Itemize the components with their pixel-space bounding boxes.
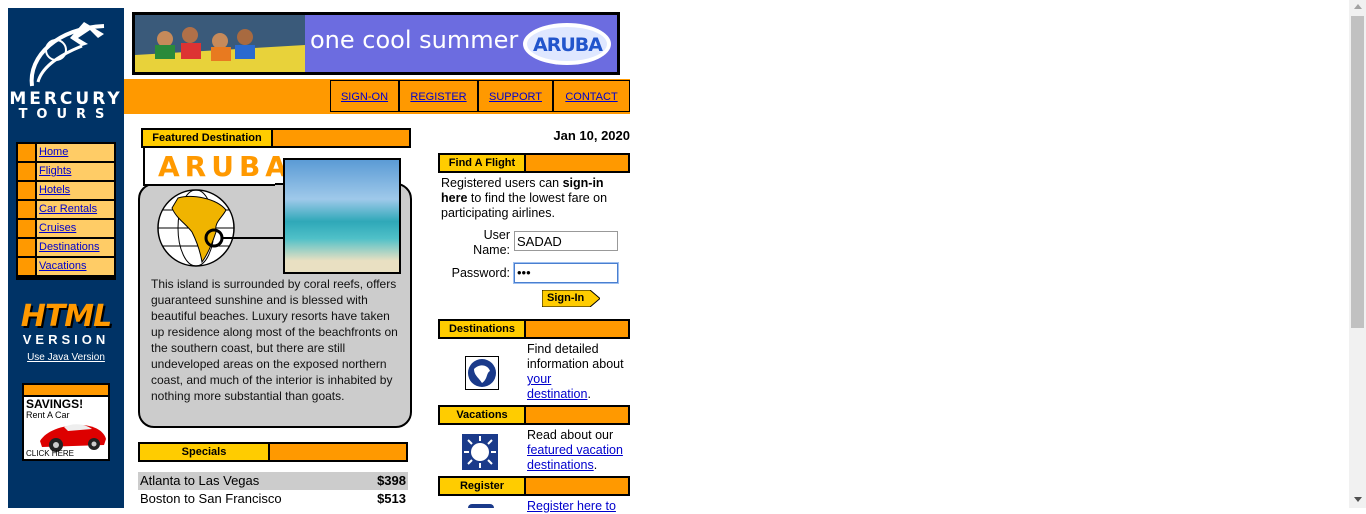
topnav-contact: CONTACT — [553, 80, 630, 112]
register-header: Register — [438, 476, 630, 496]
sidebar-item-flights: Flights — [18, 163, 114, 180]
sign-in-intro: Registered users can sign-in here to fin… — [441, 176, 629, 221]
destinations-header: Destinations — [438, 319, 630, 339]
globe-icon — [156, 188, 286, 273]
destinations-header-label: Destinations — [440, 321, 524, 337]
vacations-header: Vacations — [438, 405, 630, 425]
special-route: Atlanta to Las Vegas — [140, 473, 260, 488]
register-here-link[interactable]: Register here to — [527, 499, 616, 513]
support-link[interactable]: SUPPORT — [489, 91, 542, 103]
topnav-support: SUPPORT — [478, 80, 553, 112]
find-flight-header: Find A Flight — [438, 153, 630, 173]
table-row: Atlanta to Las Vegas $398 — [138, 472, 408, 490]
username-input[interactable] — [514, 231, 618, 251]
vacations-text: Read about our featured vacation destinat… — [527, 428, 630, 473]
car-rentals-link[interactable]: Car Rentals — [39, 203, 97, 215]
ad-cta: CLICK HERE — [26, 449, 75, 458]
featured-vacation-link[interactable]: featured vacation — [527, 443, 623, 457]
destinations-text-pre: Find detailed information about — [527, 342, 624, 371]
intro-text: Registered users can — [441, 176, 563, 190]
specials-header-label: Specials — [140, 444, 268, 460]
vacations-header-label: Vacations — [440, 407, 524, 423]
globe-destinations-icon — [465, 356, 499, 390]
special-route: Boston to San Francisco — [140, 491, 282, 506]
destinations-link[interactable]: Destinations — [39, 241, 100, 253]
vacations-text-post: . — [593, 458, 598, 472]
vertical-scrollbar[interactable] — [1349, 0, 1366, 508]
sidebar-nav: Home Flights Hotels Car Rentals Cruises … — [16, 142, 116, 280]
sun-icon — [462, 434, 498, 475]
special-price: $513 — [377, 491, 406, 506]
featured-description: This island is surrounded by coral reefs… — [151, 277, 398, 403]
featured-destination-name: ARUBA — [158, 150, 292, 183]
your-link[interactable]: your — [527, 372, 551, 386]
scroll-up-icon[interactable] — [1354, 4, 1362, 9]
username-label-line-1: User — [483, 228, 510, 242]
html-version-badge: HTML VERSION Use Java Version — [8, 302, 124, 365]
username-label: User Name: — [460, 228, 510, 258]
register-icon — [468, 504, 494, 508]
vacations-text-pre: Read about our — [527, 428, 614, 442]
sidebar-item-vacations: Vacations — [18, 258, 114, 275]
register-text: Register here to — [527, 499, 630, 514]
ad-content[interactable]: SAVINGS! Rent A Car CLICK HERE — [24, 397, 108, 459]
topnav-register: REGISTER — [399, 80, 478, 112]
username-label-line-2: Name: — [473, 243, 510, 257]
cruises-link[interactable]: Cruises — [39, 222, 76, 234]
hotels-link[interactable]: Hotels — [39, 184, 70, 196]
aruba-brand-text: ARUBA — [533, 34, 603, 56]
use-java-version-link[interactable]: Use Java Version — [27, 352, 105, 363]
destination-link[interactable]: destination — [527, 387, 587, 401]
destinations-text: Find detailed information about your dest… — [527, 342, 630, 402]
beach-photo — [283, 158, 401, 274]
flights-link[interactable]: Flights — [39, 165, 71, 177]
mercury-logo-icon — [18, 16, 114, 93]
vacation-destinations-link[interactable]: destinations — [527, 458, 594, 472]
specials-table: Atlanta to Las Vegas $398 Boston to San … — [138, 472, 408, 508]
sidebar-item-car-rentals: Car Rentals — [18, 201, 114, 218]
red-car-icon — [40, 424, 106, 452]
scroll-down-icon[interactable] — [1354, 497, 1362, 502]
banner-photo-icon — [135, 15, 305, 72]
password-label: Password: — [451, 266, 510, 280]
sidebar-item-home: Home — [18, 144, 114, 161]
html-version-title: HTML — [20, 299, 113, 334]
html-version-subtitle: VERSION — [22, 332, 110, 347]
vacations-link[interactable]: Vacations — [39, 260, 87, 272]
table-row: Boston to San Francisco $513 — [138, 490, 408, 508]
register-link[interactable]: REGISTER — [410, 91, 466, 103]
sign-on-link[interactable]: SIGN-ON — [341, 91, 388, 103]
destinations-text-post: . — [587, 387, 591, 401]
home-link[interactable]: Home — [39, 146, 68, 158]
banner-tagline: one cool summer — [310, 26, 519, 54]
ad-top-bar — [24, 385, 108, 395]
special-price: $398 — [377, 473, 406, 488]
contact-link[interactable]: CONTACT — [565, 91, 617, 103]
featured-header: Featured Destination — [141, 128, 411, 148]
topnav-sign-on: SIGN-ON — [330, 80, 399, 112]
sidebar-item-cruises: Cruises — [18, 220, 114, 237]
brand-line-1: MERCURY — [9, 89, 123, 109]
find-flight-header-label: Find A Flight — [440, 155, 524, 171]
scrollbar-thumb[interactable] — [1351, 16, 1364, 328]
password-input[interactable]: ••• — [514, 263, 618, 283]
sidebar-item-destinations: Destinations — [18, 239, 114, 256]
brand-line-2: TOURS — [18, 107, 114, 122]
sign-in-button-label: Sign-In — [547, 292, 585, 304]
current-date: Jan 10, 2020 — [553, 128, 630, 143]
specials-header: Specials — [138, 442, 408, 462]
register-header-label: Register — [440, 478, 524, 494]
featured-header-label: Featured Destination — [143, 130, 271, 146]
brand-logo: MERCURY TOURS — [8, 90, 124, 122]
sidebar-item-hotels: Hotels — [18, 182, 114, 199]
sign-in-button[interactable]: Sign-In — [541, 289, 601, 308]
